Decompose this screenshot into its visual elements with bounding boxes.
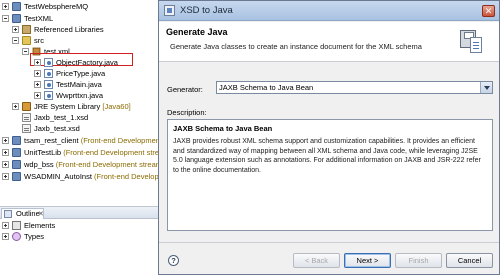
project-icon (12, 136, 21, 145)
tree-label-group: wdp_bss (Front-end Development stream (24, 159, 158, 170)
xsd-to-java-dialog: XSD to Java ✕ Generate Java Generate Jav… (158, 0, 500, 275)
tree-label-group: tsam_rest_client (Front-end Development (24, 135, 158, 146)
project-icon (12, 148, 21, 157)
outline-tab-bar: Outline ✕ (0, 207, 158, 219)
generator-selected-value: JAXB Schema to Java Bean (219, 83, 314, 92)
description-label: Description: (167, 108, 207, 117)
tree-label: TestMain.java (56, 80, 102, 89)
generator-select[interactable]: JAXB Schema to Java Bean (216, 81, 493, 94)
expand-toggle-icon[interactable] (34, 70, 41, 77)
document-icon (470, 37, 482, 53)
tree-label: TestWebsphereMQ (24, 2, 89, 11)
tree-label: src (34, 36, 44, 45)
tree-label: UnitTestLib (24, 148, 62, 157)
tree-label: WSADMIN_AutoInst (24, 172, 92, 181)
tree-decoration: (Front-end Development stream (55, 160, 158, 169)
xsd-file-icon (22, 124, 31, 133)
dialog-title: XSD to Java (180, 5, 233, 16)
outline-icon (4, 210, 12, 218)
xsd-file-icon (22, 113, 31, 122)
expand-toggle-icon[interactable] (34, 59, 41, 66)
java-file-icon (44, 58, 53, 67)
expand-toggle-icon[interactable] (12, 26, 19, 33)
tree-decoration: (Front-end Development (80, 136, 158, 145)
description-box: JAXB Schema to Java Bean JAXB provides r… (167, 119, 493, 231)
tree-label-group: WSADMIN_AutoInst (Front-end Development (24, 171, 158, 182)
cancel-button[interactable]: Cancel (446, 253, 493, 268)
tree-label: tsam_rest_client (24, 136, 79, 145)
description-heading: JAXB Schema to Java Bean (173, 124, 273, 133)
tree-decoration: (Front-end Development stre (63, 148, 158, 157)
expand-toggle-icon[interactable] (2, 3, 9, 10)
outline-view: Outline ✕ Elements Types (0, 206, 158, 275)
package-explorer: TestWebsphereMQ TestXML Referenced Libra… (0, 0, 158, 206)
wizard-banner: Generate Java Generate Java classes to c… (159, 22, 499, 62)
dialog-title-bar[interactable]: XSD to Java ✕ (159, 1, 499, 21)
tree-label: JRE System Library (34, 102, 101, 111)
types-icon (12, 232, 21, 241)
project-icon (12, 14, 21, 23)
banner-title: Generate Java (166, 27, 228, 37)
button-bar-separator (159, 242, 499, 243)
expand-toggle-icon[interactable] (34, 92, 41, 99)
source-folder-icon (22, 36, 31, 45)
tree-label: Wwprttxn.java (56, 91, 104, 100)
expand-toggle-icon[interactable] (2, 137, 9, 144)
help-icon[interactable]: ? (168, 255, 179, 266)
expand-toggle-icon[interactable] (2, 161, 9, 168)
tree-label-group: JRE System Library [Java60] (34, 101, 131, 112)
tree-label: PriceType.java (56, 69, 106, 78)
project-icon (12, 2, 21, 11)
close-icon[interactable]: ✕ (38, 210, 44, 218)
wizard-window-icon (164, 5, 175, 16)
library-icon (22, 25, 31, 34)
close-icon[interactable]: ✕ (482, 5, 495, 17)
project-icon (12, 172, 21, 181)
tree-label: TestXML (24, 14, 54, 23)
tree-label: ObjectFactory.java (56, 58, 118, 67)
finish-button[interactable]: Finish (395, 253, 442, 268)
java-file-icon (44, 91, 53, 100)
expand-toggle-icon[interactable] (2, 173, 9, 180)
wizard-banner-icon (457, 27, 487, 57)
tab-outline-label: Outline (16, 209, 40, 218)
collapse-toggle-icon[interactable] (22, 48, 29, 55)
back-button[interactable]: < Back (293, 253, 340, 268)
banner-description: Generate Java classes to create an insta… (170, 42, 422, 51)
next-button[interactable]: Next > (344, 253, 391, 268)
tree-decoration: (Front-end Development (94, 172, 158, 181)
tree-label-group: UnitTestLib (Front-end Development stre (24, 147, 158, 158)
chevron-down-icon[interactable] (480, 82, 492, 93)
expand-toggle-icon[interactable] (2, 149, 9, 156)
expand-toggle-icon[interactable] (34, 81, 41, 88)
project-icon (12, 160, 21, 169)
outline-item-label: Types (24, 232, 45, 241)
tree-label: Jaxb_test.xsd (34, 124, 80, 133)
expand-toggle-icon[interactable] (2, 233, 9, 240)
collapse-toggle-icon[interactable] (2, 15, 9, 22)
java-file-icon (44, 80, 53, 89)
tree-label: wdp_bss (24, 160, 54, 169)
description-body: JAXB provides robust XML schema support … (173, 138, 481, 174)
elements-icon (12, 221, 21, 230)
expand-toggle-icon[interactable] (2, 222, 9, 229)
expand-toggle-icon[interactable] (12, 103, 19, 110)
outline-item-label: Elements (24, 221, 56, 230)
generator-label: Generator: (167, 85, 203, 94)
tree-decoration: [Java60] (102, 102, 131, 111)
tree-label: Referenced Libraries (34, 25, 104, 34)
collapse-toggle-icon[interactable] (12, 37, 19, 44)
tree-label: Jaxb_test_1.xsd (34, 113, 89, 122)
java-file-icon (44, 69, 53, 78)
jre-library-icon (22, 102, 31, 111)
